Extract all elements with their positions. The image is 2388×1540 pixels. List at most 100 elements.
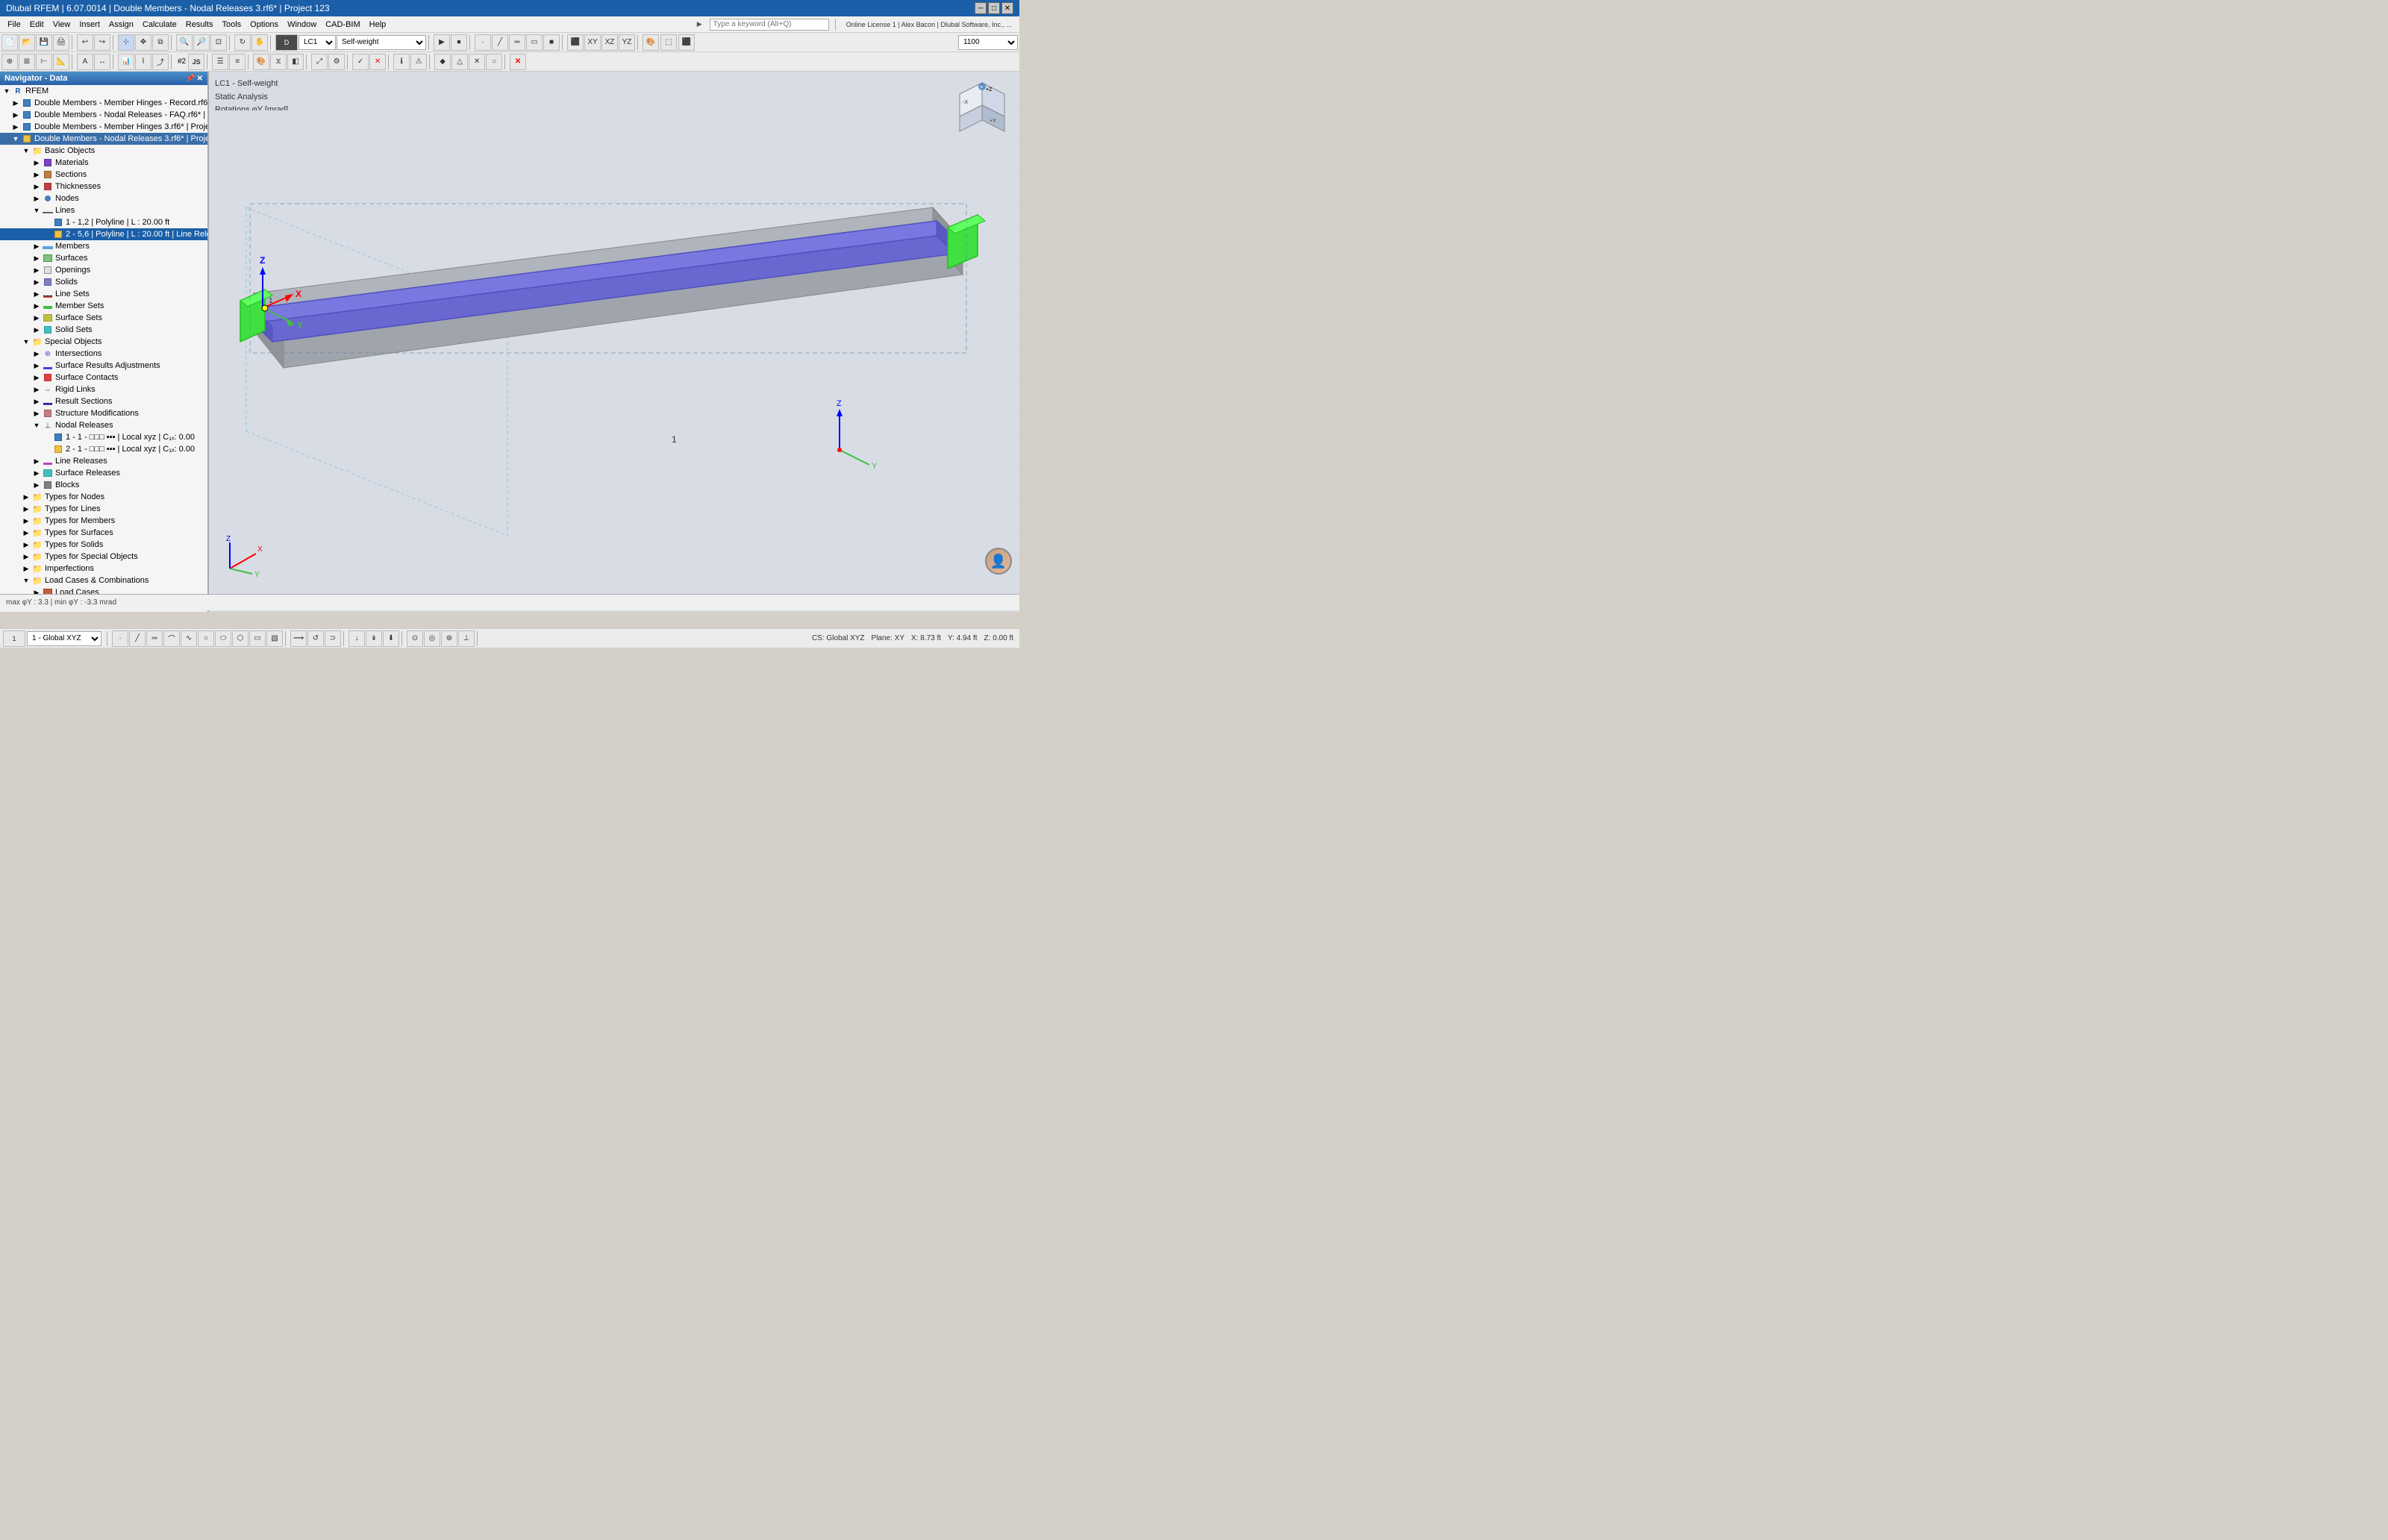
surf-load-btn[interactable]: ⬇ bbox=[383, 630, 399, 647]
nav-line2[interactable]: 2 - 5,6 | Polyline | L : 20.00 ft | Line… bbox=[0, 228, 207, 240]
menu-edit[interactable]: Edit bbox=[25, 19, 49, 31]
node-load-btn[interactable]: ↓ bbox=[348, 630, 365, 647]
rotate-btn[interactable]: ↻ bbox=[234, 34, 251, 51]
menu-window[interactable]: Window bbox=[283, 19, 321, 31]
grid-btn[interactable]: ⊞ bbox=[19, 54, 35, 70]
close-panel-btn[interactable]: ✕ bbox=[510, 54, 526, 70]
annotation-btn[interactable]: Α bbox=[77, 54, 93, 70]
snap-perp-btn[interactable]: ⊥ bbox=[458, 630, 475, 647]
nav-blocks[interactable]: ▶ Blocks bbox=[0, 479, 207, 491]
nav-surfaces[interactable]: ▶ Surfaces bbox=[0, 252, 207, 264]
nav-surfcontacts[interactable]: ▶ Surface Contacts bbox=[0, 372, 207, 384]
menu-results[interactable]: Results bbox=[181, 19, 218, 31]
nav-nodalrel[interactable]: ▼ ⟂ Nodal Releases bbox=[0, 419, 207, 431]
node-btn[interactable]: · bbox=[475, 34, 491, 51]
title-bar-buttons[interactable]: ─ □ ✕ bbox=[975, 2, 1013, 14]
print-btn[interactable]: 🖨 bbox=[53, 34, 69, 51]
zoom-out-btn[interactable]: 🔎 bbox=[193, 34, 210, 51]
play-btn[interactable]: ▶ bbox=[434, 34, 450, 51]
minimize-button[interactable]: ─ bbox=[975, 2, 987, 14]
nav-surfacesets[interactable]: ▶ Surface Sets bbox=[0, 312, 207, 324]
nav-line1[interactable]: 1 - 1,2 | Polyline | L : 20.00 ft bbox=[0, 216, 207, 228]
nav-structmod[interactable]: ▶ Structure Modifications bbox=[0, 407, 207, 419]
pan-btn[interactable]: ✋ bbox=[251, 34, 268, 51]
measure-btn[interactable]: 📐 bbox=[53, 54, 69, 70]
view-yz-btn[interactable]: YZ bbox=[619, 34, 635, 51]
cross-btn[interactable]: ✕ bbox=[369, 54, 386, 70]
moment-btn[interactable]: ⤴ bbox=[152, 54, 169, 70]
nav-file4[interactable]: ▼ Double Members - Nodal Releases 3.rf6*… bbox=[0, 133, 207, 145]
nav-pin-btn[interactable]: 📌 bbox=[186, 75, 195, 83]
deform-btn[interactable]: ⌇ bbox=[135, 54, 151, 70]
table-btn[interactable]: ☰ bbox=[212, 54, 228, 70]
draw-member-btn[interactable]: ═ bbox=[146, 630, 163, 647]
result-display-select[interactable]: 1100 bbox=[958, 35, 1018, 50]
nav-resultsect[interactable]: ▶ Result Sections bbox=[0, 395, 207, 407]
nav-loadcases[interactable]: ▼ 📁 Load Cases & Combinations bbox=[0, 575, 207, 586]
nav-specialobj[interactable]: ▼ 📁 Special Objects bbox=[0, 336, 207, 348]
nav-typesforspecial[interactable]: ▶ 📁 Types for Special Objects bbox=[0, 551, 207, 563]
menu-help[interactable]: Help bbox=[365, 19, 391, 31]
stop-btn[interactable]: ⏹ bbox=[451, 34, 467, 51]
move-btn[interactable]: ✥ bbox=[135, 34, 151, 51]
nav-nodrel1[interactable]: 1 - 1 - □□□ ▪▪▪ | Local xyz | C₁ₓ: 0.00 bbox=[0, 431, 207, 443]
extrude-btn[interactable]: ⟿ bbox=[290, 630, 307, 647]
draw-line-btn[interactable]: ╱ bbox=[129, 630, 146, 647]
menu-calculate[interactable]: Calculate bbox=[138, 19, 181, 31]
maximize-button[interactable]: □ bbox=[988, 2, 1000, 14]
menu-insert[interactable]: Insert bbox=[75, 19, 104, 31]
nav-intersections[interactable]: ▶ ⊕ Intersections bbox=[0, 348, 207, 360]
nav-surfrel[interactable]: ▶ Surface Releases bbox=[0, 467, 207, 479]
draw-rect-btn[interactable]: ▭ bbox=[249, 630, 266, 647]
snap-midpt-btn[interactable]: ◎ bbox=[424, 630, 440, 647]
nav-typesforsolids[interactable]: ▶ 📁 Types for Solids bbox=[0, 539, 207, 551]
nav-sections[interactable]: ▶ Sections bbox=[0, 169, 207, 181]
diamond-btn[interactable]: ◆ bbox=[434, 54, 451, 70]
check-btn[interactable]: ✓ bbox=[352, 54, 369, 70]
snap-btn[interactable]: ⊕ bbox=[1, 54, 18, 70]
close-button[interactable]: ✕ bbox=[1001, 2, 1013, 14]
nav-linerel[interactable]: ▶ Line Releases bbox=[0, 455, 207, 467]
zoom-in-btn[interactable]: 🔍 bbox=[176, 34, 193, 51]
nav-linesets[interactable]: ▶ Line Sets bbox=[0, 288, 207, 300]
nav-rfem[interactable]: ▼ R RFEM bbox=[0, 85, 207, 97]
line-btn[interactable]: ╱ bbox=[492, 34, 508, 51]
nav-membersets[interactable]: ▶ Member Sets bbox=[0, 300, 207, 312]
nav-solids[interactable]: ▶ Solids bbox=[0, 276, 207, 288]
menu-options[interactable]: Options bbox=[246, 19, 283, 31]
view-xy-btn[interactable]: XY bbox=[584, 34, 601, 51]
cs-select[interactable]: 1 - Global XYZ bbox=[27, 631, 101, 646]
view-settings-btn[interactable]: ⚙ bbox=[328, 54, 345, 70]
select-btn[interactable]: ⊹ bbox=[118, 34, 134, 51]
nav-materials[interactable]: ▶ Materials bbox=[0, 157, 207, 169]
nav-imperfections[interactable]: ▶ 📁 Imperfections bbox=[0, 563, 207, 575]
nav-file1[interactable]: ▶ Double Members - Member Hinges - Recor… bbox=[0, 97, 207, 109]
redo-btn[interactable]: ↪ bbox=[94, 34, 110, 51]
nav-rigidlinks[interactable]: ▶ ⇔ Rigid Links bbox=[0, 384, 207, 395]
user-avatar[interactable]: 👤 bbox=[985, 548, 1012, 575]
triang-btn[interactable]: △ bbox=[451, 54, 468, 70]
nav-nodes[interactable]: ▶ Nodes bbox=[0, 192, 207, 204]
render-btn[interactable]: 🎨 bbox=[643, 34, 659, 51]
draw-circle-btn[interactable]: ○ bbox=[198, 630, 214, 647]
load-diagram-btn[interactable]: 📊 bbox=[118, 54, 134, 70]
copy-btn[interactable]: ⧉ bbox=[152, 34, 169, 51]
nav-solidsets[interactable]: ▶ Solid Sets bbox=[0, 324, 207, 336]
nav-cube[interactable]: +Z +Y -X + bbox=[952, 79, 1012, 139]
nav-nodrel2[interactable]: 2 - 1 - □□□ ▪▪▪ | Local xyz | C₁ₓ: 0.00 bbox=[0, 443, 207, 455]
wire-btn[interactable]: ⬚ bbox=[660, 34, 677, 51]
lc-select[interactable]: LC1 bbox=[298, 35, 336, 50]
viewport[interactable]: LC1 - Self-weight Static Analysis Rotati… bbox=[209, 72, 1019, 612]
open-btn[interactable]: 📂 bbox=[19, 34, 35, 51]
scale-btn[interactable]: ⤢ bbox=[311, 54, 328, 70]
nav-lines[interactable]: ▼ Lines bbox=[0, 204, 207, 216]
nav-file2[interactable]: ▶ Double Members - Nodal Releases - FAQ.… bbox=[0, 109, 207, 121]
nav-thicknesses[interactable]: ▶ Thicknesses bbox=[0, 181, 207, 192]
nav-surfresult[interactable]: ▶ Surface Results Adjustments bbox=[0, 360, 207, 372]
nav-typesforsurfaces[interactable]: ▶ 📁 Types for Surfaces bbox=[0, 527, 207, 539]
nav-close-btn[interactable]: ✕ bbox=[197, 75, 203, 83]
keyword-search-input[interactable] bbox=[710, 19, 829, 31]
draw-node-btn[interactable]: · bbox=[112, 630, 128, 647]
view-xz-btn[interactable]: XZ bbox=[601, 34, 618, 51]
result-type-select[interactable]: Self-weight bbox=[337, 35, 426, 50]
